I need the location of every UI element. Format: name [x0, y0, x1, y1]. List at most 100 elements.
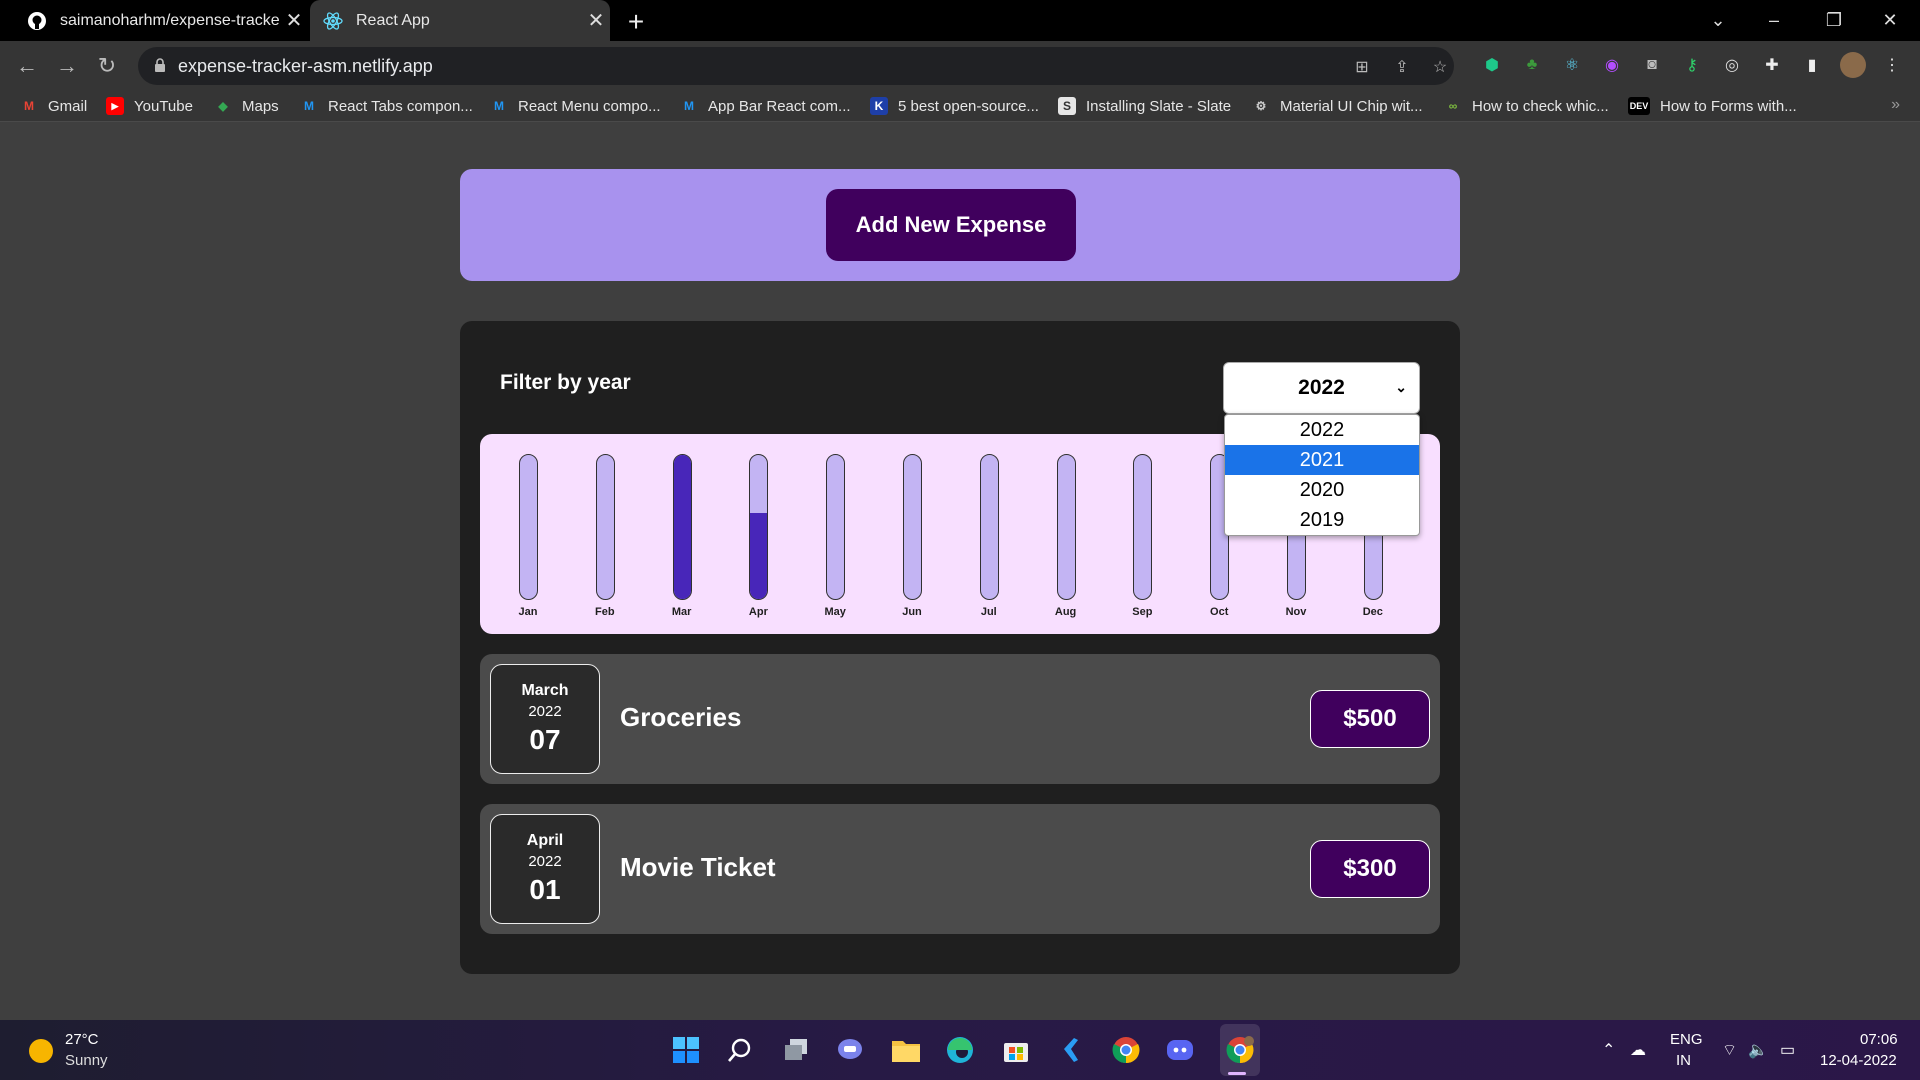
task-view-icon[interactable]: [778, 1032, 814, 1068]
bookmarks-overflow-icon[interactable]: »: [1891, 96, 1900, 114]
k-icon: K: [870, 97, 888, 115]
shield-extension-icon[interactable]: ⬢: [1480, 53, 1504, 77]
more-menu-icon[interactable]: ⋮: [1880, 53, 1904, 77]
bookmark-label: App Bar React com...: [708, 97, 851, 115]
sun-icon[interactable]: [29, 1039, 53, 1063]
battery-icon[interactable]: ▭: [1780, 1040, 1795, 1060]
bookmark-gmail[interactable]: M Gmail: [20, 94, 87, 118]
close-tab-icon[interactable]: ✕: [582, 8, 610, 33]
react-devtools-icon[interactable]: ⚛: [1560, 53, 1584, 77]
expense-month: April: [526, 832, 564, 849]
expense-amount: $500: [1310, 690, 1430, 748]
bookmark-youtube[interactable]: ▶ YouTube: [106, 94, 193, 118]
close-tab-icon[interactable]: ✕: [280, 8, 308, 33]
tab-title: saimanoharhm/expense-tracker:: [60, 11, 280, 29]
bookmark-react-tabs[interactable]: M React Tabs compon...: [300, 94, 473, 118]
react-icon: [322, 10, 344, 32]
search-icon[interactable]: [722, 1032, 758, 1068]
bookmark-star-icon[interactable]: ☆: [1430, 57, 1450, 77]
close-window-icon[interactable]: ✕: [1862, 0, 1918, 41]
mui-icon: M: [304, 99, 314, 113]
region-indicator[interactable]: IN: [1676, 1052, 1691, 1069]
extensions-puzzle-icon[interactable]: ✚: [1760, 53, 1784, 77]
camera-extension-icon[interactable]: ◙: [1640, 53, 1664, 77]
profile-avatar[interactable]: [1840, 52, 1866, 78]
add-new-expense-button[interactable]: Add New Expense: [826, 189, 1076, 261]
chart-bar-track: [903, 454, 922, 600]
side-panel-icon[interactable]: ▮: [1800, 53, 1824, 77]
chart-bar-track: [595, 454, 615, 600]
bookmark-material-chip[interactable]: ⚙ Material UI Chip wit...: [1252, 94, 1423, 118]
bookmark-open-source[interactable]: K 5 best open-source...: [870, 94, 1039, 118]
active-app-indicator: [1228, 1072, 1246, 1075]
expense-title: Movie Ticket: [620, 852, 776, 882]
year-option-2019[interactable]: 2019: [1225, 505, 1419, 535]
volume-icon[interactable]: 🔈: [1748, 1040, 1768, 1060]
back-icon[interactable]: ←: [10, 49, 44, 83]
year-filter-select[interactable]: 2022 ⌄: [1223, 362, 1420, 414]
browser-tab-github[interactable]: saimanoharhm/expense-tracker: ✕: [14, 0, 308, 41]
vscode-icon[interactable]: [1052, 1032, 1088, 1068]
language-indicator[interactable]: ENG: [1670, 1031, 1703, 1048]
chart-bar-track: [1056, 454, 1076, 600]
chart-bar-track: [749, 454, 769, 600]
windows-taskbar: 27°C Sunny ⌃ ☁ ENG IN ⌔ 🔈 ▭ 07:06 12-04-…: [0, 1020, 1920, 1080]
chip-icon: ⚙: [1255, 99, 1267, 113]
expense-item[interactable]: April 2022 01 Movie Ticket $300: [480, 804, 1440, 934]
discord-icon[interactable]: [1162, 1032, 1198, 1068]
chrome-icon[interactable]: [1108, 1032, 1144, 1068]
bookmark-label: Material UI Chip wit...: [1280, 97, 1423, 115]
minimize-icon[interactable]: –: [1746, 0, 1802, 41]
tab-search-icon[interactable]: ⌄: [1690, 0, 1746, 41]
year-option-2020[interactable]: 2020: [1225, 475, 1419, 505]
year-option-2022[interactable]: 2022: [1225, 415, 1419, 445]
chart-bar-fill: [750, 512, 768, 599]
github-icon: [26, 10, 48, 32]
purple-extension-icon[interactable]: ◉: [1600, 53, 1624, 77]
browser-tab-react-app[interactable]: React App ✕: [310, 0, 610, 41]
teams-chat-icon[interactable]: [832, 1032, 868, 1068]
file-explorer-icon[interactable]: [888, 1032, 924, 1068]
forward-icon[interactable]: →: [50, 49, 84, 83]
translate-icon[interactable]: ⊞: [1352, 57, 1372, 77]
bookmarks-bar: M Gmail ▶ YouTube ◆ Maps M React Tabs co…: [0, 90, 1920, 122]
bookmark-how-to-check[interactable]: ∞ How to check whic...: [1444, 94, 1609, 118]
bookmark-label: React Menu compo...: [518, 97, 661, 115]
chevron-down-icon: ⌄: [1395, 379, 1407, 395]
address-bar[interactable]: expense-tracker-asm.netlify.app ⊞ ⇪ ☆: [138, 47, 1454, 85]
wifi-icon[interactable]: ⌔: [1722, 1040, 1737, 1060]
bookmark-label: React Tabs compon...: [328, 97, 473, 115]
clock-time[interactable]: 07:06: [1860, 1031, 1898, 1048]
year-option-2021[interactable]: 2021: [1225, 445, 1419, 475]
expense-date: April 2022 01: [490, 814, 600, 924]
maps-icon: ◆: [218, 99, 228, 113]
chrome-profile-icon[interactable]: [1222, 1032, 1258, 1068]
restore-icon[interactable]: ❐: [1806, 0, 1862, 41]
new-tab-button[interactable]: +: [622, 6, 650, 38]
edge-icon[interactable]: [942, 1032, 978, 1068]
chevron-up-icon[interactable]: ⌃: [1602, 1040, 1615, 1060]
expense-year: 2022: [528, 853, 562, 870]
clock-date[interactable]: 12-04-2022: [1820, 1052, 1897, 1069]
bookmark-maps[interactable]: ◆ Maps: [214, 94, 278, 118]
windows-start-icon[interactable]: [668, 1032, 704, 1068]
key-extension-icon[interactable]: ⚷: [1680, 53, 1704, 77]
bookmark-forms[interactable]: DEV How to Forms with...: [1628, 94, 1797, 118]
mui-icon: M: [494, 99, 504, 113]
microsoft-store-icon[interactable]: [998, 1032, 1034, 1068]
dev-icon: DEV: [1628, 97, 1650, 115]
reload-icon[interactable]: ↻: [90, 49, 124, 83]
tree-extension-icon[interactable]: ♣: [1520, 53, 1544, 77]
weather-temperature[interactable]: 27°C: [65, 1031, 99, 1048]
chart-bar-label: Apr: [748, 606, 768, 618]
bookmark-app-bar[interactable]: M App Bar React com...: [680, 94, 851, 118]
onedrive-icon[interactable]: ☁: [1630, 1040, 1646, 1060]
bookmark-react-menu[interactable]: M React Menu compo...: [490, 94, 661, 118]
bookmark-label: Installing Slate - Slate: [1086, 97, 1232, 115]
expense-item[interactable]: March 2022 07 Groceries $500: [480, 654, 1440, 784]
weather-condition[interactable]: Sunny: [65, 1052, 108, 1069]
bookmark-label: 5 best open-source...: [898, 97, 1039, 115]
bookmark-slate[interactable]: S Installing Slate - Slate: [1058, 94, 1231, 118]
target-extension-icon[interactable]: ◎: [1720, 53, 1744, 77]
share-icon[interactable]: ⇪: [1392, 57, 1412, 77]
